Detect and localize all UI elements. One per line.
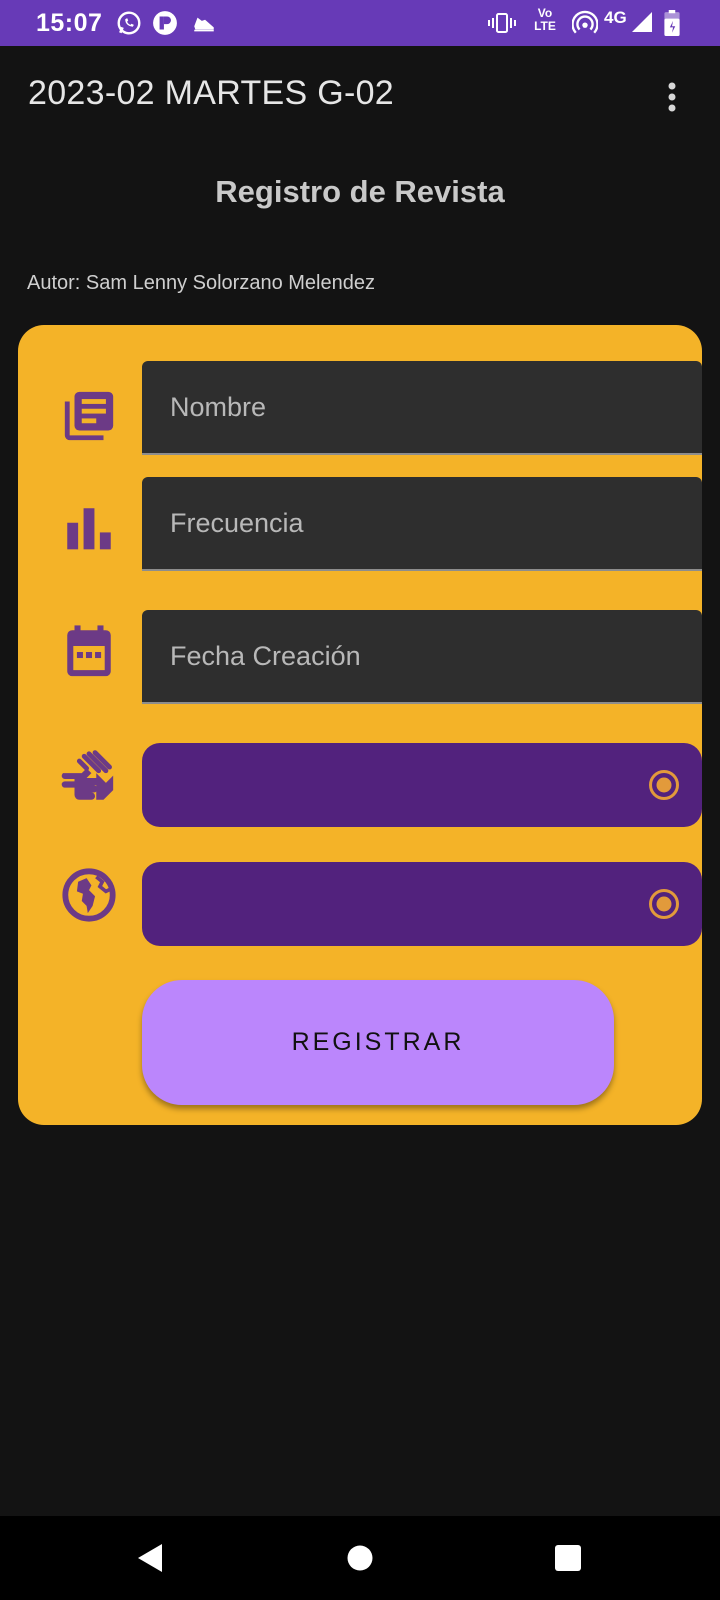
fecha-creacion-field[interactable]: [142, 610, 702, 704]
registrar-button[interactable]: REGISTRAR: [142, 980, 614, 1105]
more-vertical-icon[interactable]: [664, 80, 680, 114]
hotspot-icon: [572, 10, 598, 34]
form-card: REGISTRAR: [18, 325, 702, 1125]
spinner-1[interactable]: [142, 743, 702, 827]
nombre-input[interactable]: [142, 361, 702, 453]
newspaper-icon: [64, 391, 114, 441]
sign-language-icon: [61, 750, 114, 800]
network-label: 4G: [604, 8, 627, 27]
status-bar: 15:07 Vo LTE 4G: [0, 0, 720, 46]
frecuencia-field[interactable]: [142, 477, 702, 571]
whatsapp-icon: [117, 11, 141, 35]
navigation-bar: [0, 1516, 720, 1600]
nombre-field[interactable]: [142, 361, 702, 455]
fecha-creacion-input[interactable]: [142, 610, 702, 702]
author-label: Autor: Sam Lenny Solorzano Melendez: [27, 272, 375, 294]
app-p-icon: [153, 11, 177, 35]
vibrate-icon: [488, 13, 516, 33]
spinner-2[interactable]: [142, 862, 702, 946]
home-icon[interactable]: [347, 1542, 373, 1574]
volte-icon: Vo LTE: [530, 7, 560, 33]
battery-icon: [664, 10, 680, 36]
radio-icon[interactable]: [648, 888, 680, 920]
radio-icon[interactable]: [648, 769, 680, 801]
calendar-icon: [67, 625, 111, 677]
recents-icon[interactable]: [554, 1542, 582, 1574]
signal-4g-icon: [632, 12, 652, 32]
frecuencia-input[interactable]: [142, 477, 702, 569]
app-bar-title: 2023-02 MARTES G-02: [28, 74, 395, 112]
back-icon[interactable]: [136, 1542, 164, 1574]
status-time: 15:07: [36, 9, 103, 37]
bar-chart-icon: [67, 508, 111, 550]
volte-label-bottom: LTE: [534, 19, 556, 33]
shoe-icon: [194, 17, 214, 32]
globe-icon: [62, 868, 116, 922]
page-title: Registro de Revista: [215, 174, 505, 209]
